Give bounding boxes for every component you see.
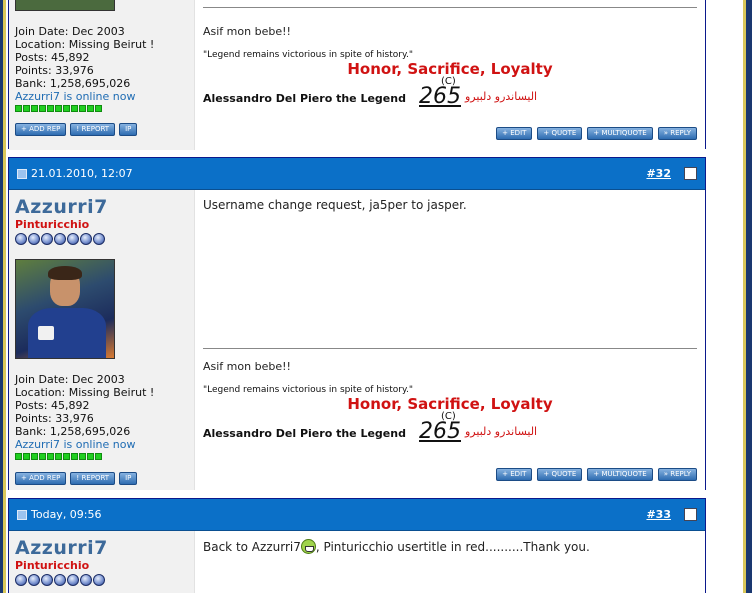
- left-frame-accent: [3, 0, 6, 593]
- bank: Bank: 1,258,695,026: [15, 425, 131, 438]
- report-button[interactable]: ! REPORT: [70, 123, 116, 136]
- signature-quote: "Legend remains victorious in spite of h…: [203, 50, 414, 60]
- post-date: Today, 09:56: [31, 508, 102, 521]
- right-frame-border: [746, 0, 752, 593]
- quote-button[interactable]: + QUOTE: [537, 127, 583, 140]
- grin-smiley-icon: [300, 539, 316, 554]
- avatar: [15, 259, 115, 359]
- location: Location: Missing Beirut !: [15, 38, 155, 51]
- edit-button[interactable]: + EDIT: [496, 127, 533, 140]
- post-count: Posts: 45,892: [15, 51, 90, 64]
- report-button[interactable]: ! REPORT: [70, 472, 116, 485]
- post-31: Join Date: Dec 2003 Location: Missing Be…: [8, 0, 706, 150]
- user-details: Join Date: Dec 2003 Location: Missing Be…: [15, 25, 188, 103]
- reputation-bar: [15, 105, 188, 112]
- post-header: 21.01.2010, 12:07 #32: [9, 158, 705, 190]
- points: Points: 33,976: [15, 64, 94, 77]
- number-265: 265: [419, 419, 461, 444]
- username[interactable]: Azzurri7: [15, 537, 188, 559]
- post-number-link[interactable]: #33: [646, 508, 671, 521]
- arabic-name: اليساندرو دلبيرو: [465, 90, 538, 103]
- post-count: Posts: 45,892: [15, 399, 90, 412]
- ip-button[interactable]: IP: [119, 472, 138, 485]
- post-number-link[interactable]: #32: [646, 167, 671, 180]
- number-265: 265: [419, 84, 461, 109]
- join-date: Join Date: Dec 2003: [15, 373, 125, 386]
- quote-button[interactable]: + QUOTE: [537, 468, 583, 481]
- signature-legend: Alessandro Del Piero the Legend 265 (C) …: [203, 76, 697, 109]
- message-part-2: , Pinturicchio usertitle in red.........…: [315, 540, 590, 554]
- select-checkbox[interactable]: [684, 167, 697, 180]
- user-title: Pinturicchio: [15, 559, 90, 572]
- right-frame-accent: [743, 0, 746, 593]
- legend-text: Alessandro Del Piero the Legend: [203, 92, 406, 105]
- post-actions: + EDIT + QUOTE + MULTIQUOTE » REPLY: [496, 468, 697, 481]
- post-icon: [17, 509, 27, 520]
- post-icon: [17, 168, 27, 179]
- user-info-panel: Azzurri7 Pinturicchio Join Date: Dec 200…: [9, 190, 195, 490]
- add-rep-button[interactable]: + ADD REP: [15, 123, 67, 136]
- select-checkbox[interactable]: [684, 508, 697, 521]
- edit-button[interactable]: + EDIT: [496, 468, 533, 481]
- avatar: [15, 0, 115, 11]
- message-part-1: Back to Azzurri7: [203, 540, 301, 554]
- online-status[interactable]: Azzurri7 is online now: [15, 438, 188, 451]
- rank-icons: [15, 574, 188, 586]
- copyright-mark: (C): [441, 76, 456, 87]
- user-actions: + ADD REP ! REPORT IP: [15, 472, 188, 485]
- user-details: Join Date: Dec 2003 Location: Missing Be…: [15, 373, 188, 451]
- signature-separator: [203, 348, 697, 349]
- post-32: 21.01.2010, 12:07 #32 Azzurri7 Pinturicc…: [8, 157, 706, 490]
- post-date: 21.01.2010, 12:07: [31, 167, 133, 180]
- user-info-panel: Join Date: Dec 2003 Location: Missing Be…: [9, 0, 195, 150]
- message-panel: Asif mon bebe!! "Legend remains victorio…: [195, 0, 705, 150]
- legend-text: Alessandro Del Piero the Legend: [203, 427, 406, 440]
- signature-legend: Alessandro Del Piero the Legend 265 (C) …: [203, 411, 697, 444]
- online-status[interactable]: Azzurri7 is online now: [15, 90, 188, 103]
- join-date: Join Date: Dec 2003: [15, 25, 125, 38]
- arabic-name: اليساندرو دلبيرو: [465, 425, 538, 438]
- post-actions: + EDIT + QUOTE + MULTIQUOTE » REPLY: [496, 127, 697, 140]
- signature-line: Asif mon bebe!!: [203, 25, 291, 38]
- location: Location: Missing Beirut !: [15, 386, 155, 399]
- username[interactable]: Azzurri7: [15, 196, 188, 218]
- post-33: Today, 09:56 #33 Azzurri7 Pinturicchio B…: [8, 498, 706, 593]
- message-panel: Username change request, ja5per to jaspe…: [195, 190, 705, 490]
- signature-line: Asif mon bebe!!: [203, 360, 291, 373]
- message-panel: Back to Azzurri7 , Pinturicchio usertitle…: [195, 531, 705, 593]
- post-message: Username change request, ja5per to jaspe…: [203, 198, 467, 212]
- multiquote-button[interactable]: + MULTIQUOTE: [587, 127, 653, 140]
- reply-button[interactable]: » REPLY: [657, 468, 697, 481]
- bank: Bank: 1,258,695,026: [15, 77, 131, 90]
- reply-button[interactable]: » REPLY: [657, 127, 697, 140]
- post-header: Today, 09:56 #33: [9, 499, 705, 531]
- copyright-mark: (C): [441, 411, 456, 422]
- rank-icons: [15, 233, 188, 245]
- reputation-bar: [15, 453, 188, 460]
- signature-separator: [203, 7, 697, 8]
- add-rep-button[interactable]: + ADD REP: [15, 472, 67, 485]
- user-actions: + ADD REP ! REPORT IP: [15, 123, 188, 136]
- user-title: Pinturicchio: [15, 218, 90, 231]
- post-message: Back to Azzurri7 , Pinturicchio usertitle…: [203, 539, 697, 554]
- signature-quote: "Legend remains victorious in spite of h…: [203, 385, 414, 395]
- ip-button[interactable]: IP: [119, 123, 138, 136]
- multiquote-button[interactable]: + MULTIQUOTE: [587, 468, 653, 481]
- user-info-panel: Azzurri7 Pinturicchio: [9, 531, 195, 593]
- points: Points: 33,976: [15, 412, 94, 425]
